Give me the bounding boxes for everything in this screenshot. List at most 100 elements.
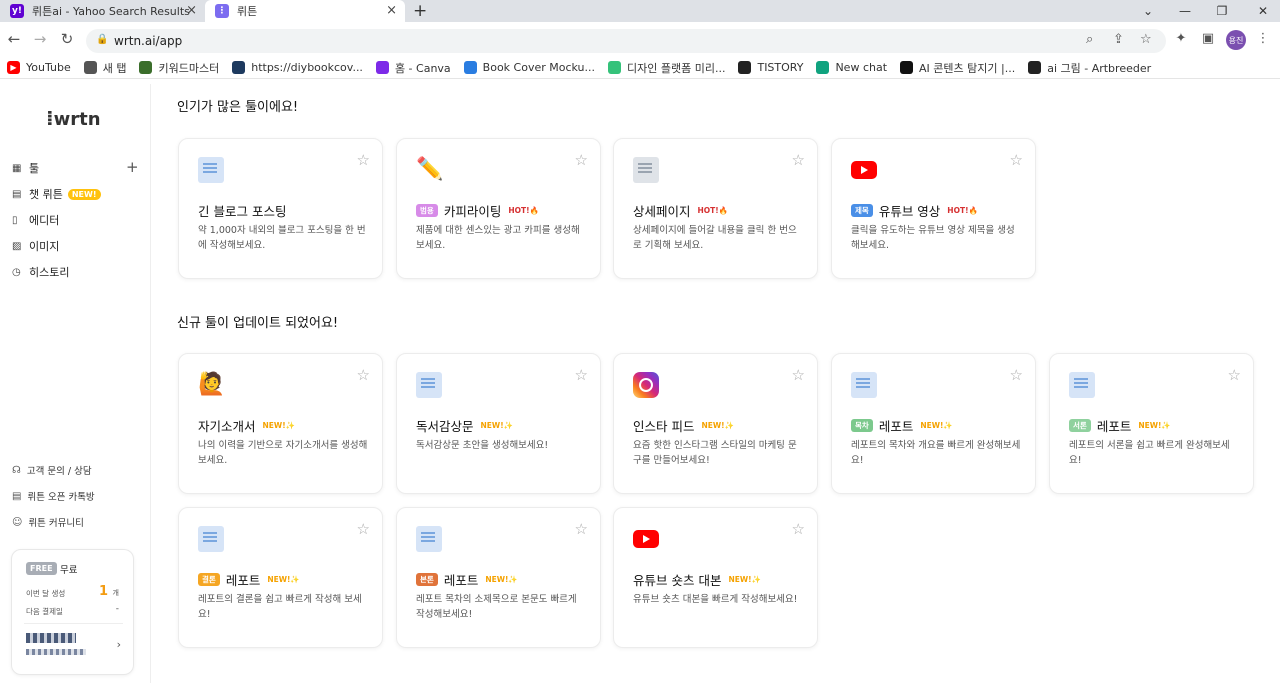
favorite-star-icon[interactable]: ☆ bbox=[357, 520, 370, 538]
card-title: 독서감상문 bbox=[416, 419, 474, 434]
new-badge: NEW!✨ bbox=[701, 421, 734, 430]
tab-search-icon[interactable]: ⌄ bbox=[1133, 0, 1163, 22]
tool-card[interactable]: ☆ 본론 레포트 NEW!✨ 레포트 목차의 소제목으로 본문도 빠르게 작성해보세요! bbox=[396, 507, 601, 648]
card-title: 카피라이팅 bbox=[443, 204, 502, 219]
zoom-icon[interactable]: ⌕ bbox=[1086, 32, 1093, 47]
headset-icon: ☊ bbox=[12, 464, 21, 476]
sidebar-item-history[interactable]: ◷ 히스토리 bbox=[12, 264, 69, 280]
bookmark-item[interactable]: https://diybookcov... bbox=[232, 61, 363, 74]
blurred-user-info bbox=[26, 633, 76, 643]
document-icon bbox=[198, 157, 224, 183]
tool-card[interactable]: 🙋 ☆ 자기소개서 NEW!✨ 나의 이력을 기반으로 자기소개서를 생성해보세요. bbox=[178, 353, 383, 494]
bookmark-item[interactable]: 홈 - Canva bbox=[375, 60, 451, 76]
card-description: 레포트의 서론을 쉽고 빠르게 완성해보세요! bbox=[1069, 440, 1230, 466]
bookmark-item[interactable]: AI 콘텐츠 탐지기 |... bbox=[900, 60, 1015, 76]
card-title: 긴 블로그 포스팅 bbox=[198, 204, 287, 219]
tool-card[interactable]: ☆ 유튜브 숏츠 대본 NEW!✨ 유튜브 숏츠 대본을 빠르게 작성해보세요! bbox=[613, 507, 818, 648]
card-title: 자기소개서 bbox=[198, 419, 256, 434]
blurred-user-email bbox=[26, 649, 86, 655]
profile-avatar[interactable]: 용진 bbox=[1226, 30, 1246, 50]
favorite-star-icon[interactable]: ☆ bbox=[575, 366, 588, 384]
category-tag: 제목 bbox=[851, 204, 873, 217]
favorite-star-icon[interactable]: ☆ bbox=[357, 151, 370, 169]
new-badge: NEW! bbox=[67, 188, 101, 200]
tool-card[interactable]: ☆ 서론 레포트 NEW!✨ 레포트의 서론을 쉽고 빠르게 완성해보세요! bbox=[1049, 353, 1254, 494]
bookmark-label: ai 그림 - Artbreeder bbox=[1047, 61, 1152, 75]
favorite-star-icon[interactable]: ☆ bbox=[575, 520, 588, 538]
url-field[interactable]: 🔒 wrtn.ai/app ⌕ ⇪ ☆ bbox=[86, 29, 1166, 53]
bookmark-item[interactable]: 키워드마스터 bbox=[139, 60, 219, 76]
tool-card[interactable]: ☆ 결론 레포트 NEW!✨ 레포트의 결론을 쉽고 빠르게 작성해 보세요! bbox=[178, 507, 383, 648]
reload-icon[interactable]: ↻ bbox=[57, 30, 77, 48]
card-title-row: 긴 블로그 포스팅 bbox=[198, 201, 286, 220]
sidebar-item-editor[interactable]: ▯ 에디터 bbox=[12, 212, 59, 228]
restore-icon[interactable]: ❐ bbox=[1207, 0, 1237, 22]
browser-tab-bar: y! 뤼튼ai - Yahoo Search Results × ⋮ 뤼튼 × … bbox=[0, 0, 1280, 22]
close-tab-icon[interactable]: × bbox=[186, 3, 197, 18]
bookmark-item[interactable]: 새 탭 bbox=[83, 60, 126, 76]
card-description: 나의 이력을 기반으로 자기소개서를 생성해보세요. bbox=[198, 440, 368, 466]
favorite-star-icon[interactable]: ☆ bbox=[792, 520, 805, 538]
bookmark-item[interactable]: New chat bbox=[816, 61, 887, 74]
pencil-icon: ✏️ bbox=[416, 157, 444, 182]
divider bbox=[24, 623, 123, 624]
share-icon[interactable]: ⇪ bbox=[1113, 32, 1124, 47]
close-window-icon[interactable]: ✕ bbox=[1248, 0, 1278, 22]
favorite-star-icon[interactable]: ☆ bbox=[1010, 366, 1023, 384]
bookmark-label: 홈 - Canva bbox=[394, 61, 451, 75]
menu-icon[interactable]: ⋮ bbox=[1254, 31, 1272, 46]
favorite-star-icon[interactable]: ☆ bbox=[357, 366, 370, 384]
favorite-star-icon[interactable]: ☆ bbox=[575, 151, 588, 169]
card-title-row: 결론 레포트 NEW!✨ bbox=[198, 570, 300, 589]
tool-card[interactable]: ✏️ ☆ 범용 카피라이팅 HOT!🔥 제품에 대한 센스있는 광고 카피를 생성해보세요… bbox=[396, 138, 601, 279]
open-kakao-link[interactable]: ▤ 뤼튼 오픈 카톡방 bbox=[12, 489, 95, 504]
sidebar-item-image[interactable]: ▨ 이미지 bbox=[12, 238, 59, 254]
card-description: 요즘 핫한 인스타그램 스타일의 마케팅 문구를 만들어보세요! bbox=[633, 440, 797, 466]
tool-card[interactable]: ☆ 인스타 피드 NEW!✨ 요즘 핫한 인스타그램 스타일의 마케팅 문구를 만들어… bbox=[613, 353, 818, 494]
favorite-star-icon[interactable]: ☆ bbox=[792, 366, 805, 384]
minimize-icon[interactable]: — bbox=[1170, 0, 1200, 22]
favorite-star-icon[interactable]: ☆ bbox=[1228, 366, 1241, 384]
add-tool-icon[interactable]: + bbox=[126, 158, 139, 176]
new-badge: NEW!✨ bbox=[920, 421, 953, 430]
card-title-row: 범용 카피라이팅 HOT!🔥 bbox=[416, 201, 539, 220]
tool-card[interactable]: ☆ 제목 유튜브 영상 HOT!🔥 클릭을 유도하는 유튜브 영상 제목을 생성해보세요… bbox=[831, 138, 1036, 279]
side-panel-icon[interactable]: ▣ bbox=[1199, 31, 1217, 46]
browser-tab[interactable]: y! 뤼튼ai - Yahoo Search Results × bbox=[0, 0, 205, 22]
card-description: 레포트의 목차와 개요를 빠르게 완성해보세요! bbox=[851, 440, 1021, 466]
card-title: 레포트 bbox=[1096, 419, 1132, 434]
new-badge: NEW!✨ bbox=[1138, 421, 1171, 430]
wrtn-logo[interactable]: ⁞wrtn bbox=[46, 106, 101, 130]
favorite-star-icon[interactable]: ☆ bbox=[792, 151, 805, 169]
bookmark-item[interactable]: ▶ YouTube bbox=[7, 61, 71, 74]
card-title-row: 자기소개서 NEW!✨ bbox=[198, 416, 295, 435]
bookmark-item[interactable]: ai 그림 - Artbreeder bbox=[1028, 60, 1151, 76]
back-icon[interactable]: ← bbox=[4, 30, 24, 48]
billing-label: 다음 결제일 bbox=[26, 607, 63, 616]
tab-title: 뤼튼ai - Yahoo Search Results bbox=[32, 5, 190, 18]
tool-card[interactable]: ☆ 목차 레포트 NEW!✨ 레포트의 목차와 개요를 빠르게 완성해보세요! bbox=[831, 353, 1036, 494]
close-tab-icon[interactable]: × bbox=[386, 3, 397, 18]
chevron-right-icon[interactable]: › bbox=[117, 638, 121, 651]
bookmark-item[interactable]: Book Cover Mocku... bbox=[463, 61, 595, 74]
bookmark-label: 디자인 플랫폼 미리... bbox=[627, 61, 726, 75]
bookmark-item[interactable]: 디자인 플랫폼 미리... bbox=[608, 60, 725, 76]
bookmark-star-icon[interactable]: ☆ bbox=[1140, 32, 1152, 47]
new-tab-button[interactable]: + bbox=[413, 0, 427, 22]
webpage-icon bbox=[633, 157, 659, 183]
bookmark-item[interactable]: TISTORY bbox=[738, 61, 803, 74]
bookmark-label: New chat bbox=[835, 61, 888, 74]
community-link[interactable]: ☺ 뤼튼 커뮤니티 bbox=[12, 515, 84, 530]
tab-title: 뤼튼 bbox=[237, 5, 258, 18]
extensions-icon[interactable]: ✦ bbox=[1172, 31, 1190, 46]
favorite-star-icon[interactable]: ☆ bbox=[1010, 151, 1023, 169]
tool-card[interactable]: ☆ 긴 블로그 포스팅 약 1,000자 내외의 블로그 포스팅을 한 번에 작성해… bbox=[178, 138, 383, 279]
sidebar-item-tools[interactable]: ▦ 툴 bbox=[12, 160, 39, 176]
lock-icon[interactable]: 🔒 bbox=[96, 34, 108, 45]
sidebar-item-chat[interactable]: ▤ 챗 뤼튼 NEW! bbox=[12, 186, 101, 202]
tool-card[interactable]: ☆ 상세페이지 HOT!🔥 상세페이지에 들어갈 내용을 클릭 한 번으로 기획해 보… bbox=[613, 138, 818, 279]
tool-card[interactable]: ☆ 독서감상문 NEW!✨ 독서감상문 초안을 생성해보세요! bbox=[396, 353, 601, 494]
browser-tab-active[interactable]: ⋮ 뤼튼 × bbox=[205, 0, 405, 22]
customer-support-link[interactable]: ☊ 고객 문의 / 상담 bbox=[12, 463, 92, 478]
forward-icon[interactable]: → bbox=[30, 30, 50, 48]
